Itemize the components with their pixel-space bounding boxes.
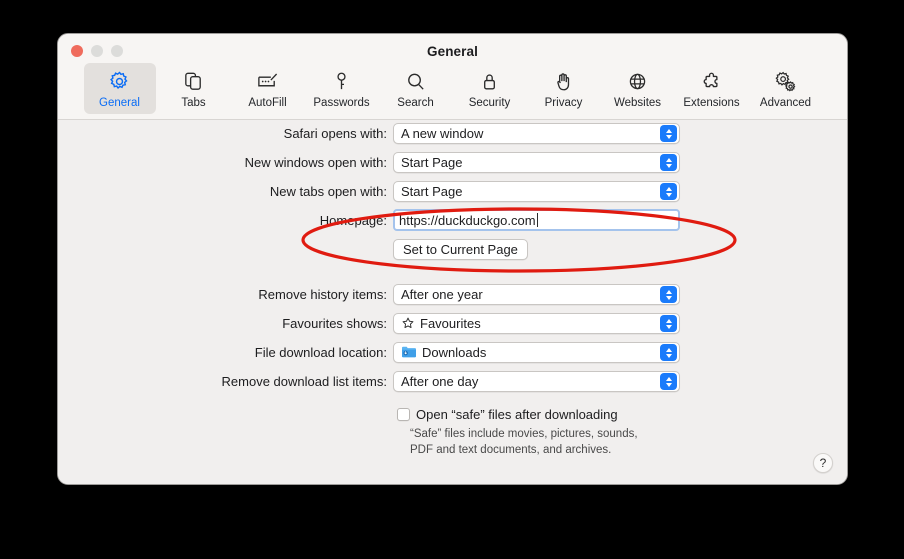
toolbar-item-label: Advanced xyxy=(759,97,812,109)
label-file-download-location: File download location: xyxy=(254,344,387,360)
toolbar-item-security[interactable]: Security xyxy=(454,63,526,114)
downloads-folder-icon xyxy=(402,346,416,358)
homepage-input[interactable]: https://duckduckgo.com xyxy=(393,209,680,231)
row-remove-history-items: Remove history items: After one year xyxy=(58,283,847,305)
toolbar-item-label: Extensions xyxy=(683,97,740,109)
toolbar-item-websites[interactable]: Websites xyxy=(602,63,674,114)
homepage-input-value: https://duckduckgo.com xyxy=(399,212,536,228)
text-caret xyxy=(536,213,538,227)
row-homepage: Homepage: https://duckduckgo.com xyxy=(58,209,847,231)
magnifier-icon xyxy=(404,68,427,94)
select-value: Start Page xyxy=(401,154,463,170)
window-title: General xyxy=(427,44,478,59)
key-icon xyxy=(330,68,353,94)
toolbar-item-label: Passwords xyxy=(313,97,370,109)
toolbar-item-privacy[interactable]: Privacy xyxy=(528,63,600,114)
toolbar-item-search[interactable]: Search xyxy=(380,63,452,114)
label-remove-history-items: Remove history items: xyxy=(258,286,387,302)
label-remove-download-list-items: Remove download list items: xyxy=(221,373,387,389)
toolbar-item-passwords[interactable]: Passwords xyxy=(306,63,378,114)
toolbar-item-label: General xyxy=(99,97,140,109)
chevron-updown-icon xyxy=(660,344,677,361)
puzzle-icon xyxy=(700,68,723,94)
toolbar-item-label: Security xyxy=(468,97,511,109)
hand-icon xyxy=(552,68,575,94)
open-safe-files-label: Open “safe” files after downloading xyxy=(416,407,618,422)
set-to-current-page-button[interactable]: Set to Current Page xyxy=(393,238,528,260)
select-new-tabs-open-with[interactable]: Start Page xyxy=(393,180,680,202)
row-file-download-location: File download location: Downloads xyxy=(58,341,847,363)
label-homepage: Homepage: xyxy=(319,212,387,228)
gear-icon xyxy=(108,68,131,94)
preferences-toolbar: General Tabs AutoFill Passwords Search S… xyxy=(58,63,847,114)
toolbar-item-label: Tabs xyxy=(181,97,206,109)
globe-icon xyxy=(626,68,649,94)
label-favourites-shows: Favourites shows: xyxy=(282,315,387,331)
star-icon xyxy=(402,317,414,329)
toolbar-item-label: Websites xyxy=(613,97,662,109)
safe-files-hint: “Safe” files include movies, pictures, s… xyxy=(410,428,638,456)
chevron-updown-icon xyxy=(660,183,677,200)
label-new-tabs-open-with: New tabs open with: xyxy=(269,183,387,199)
select-value: After one day xyxy=(401,373,479,389)
toolbar-item-extensions[interactable]: Extensions xyxy=(676,63,748,114)
select-value-group: Favourites xyxy=(401,316,481,331)
select-value-group: Downloads xyxy=(401,345,486,360)
autofill-icon xyxy=(255,68,280,94)
toolbar-item-advanced[interactable]: Advanced xyxy=(750,63,822,114)
select-new-windows-open-with[interactable]: Start Page xyxy=(393,151,680,173)
chevron-updown-icon xyxy=(660,373,677,390)
select-safari-opens-with[interactable]: A new window xyxy=(393,122,680,144)
row-set-to-current-page: Set to Current Page xyxy=(58,238,847,260)
chevron-updown-icon xyxy=(660,286,677,303)
titlebar: General General Tabs AutoFill Passwords … xyxy=(58,34,847,120)
gears-icon xyxy=(773,68,798,94)
chevron-updown-icon xyxy=(660,154,677,171)
toolbar-item-autofill[interactable]: AutoFill xyxy=(232,63,304,114)
select-file-download-location[interactable]: Downloads xyxy=(393,341,680,363)
open-safe-files-checkbox[interactable] xyxy=(397,408,410,421)
lock-icon xyxy=(478,68,501,94)
row-new-windows-open-with: New windows open with: Start Page xyxy=(58,151,847,173)
select-favourites-shows[interactable]: Favourites xyxy=(393,312,680,334)
label-new-windows-open-with: New windows open with: xyxy=(244,154,387,170)
row-favourites-shows: Favourites shows: Favourites xyxy=(58,312,847,334)
select-value: Downloads xyxy=(422,344,487,360)
preferences-window: General General Tabs AutoFill Passwords … xyxy=(57,33,848,485)
tabs-icon xyxy=(182,68,205,94)
label-safari-opens-with: Safari opens with: xyxy=(283,125,387,141)
toolbar-item-tabs[interactable]: Tabs xyxy=(158,63,230,114)
select-value: After one year xyxy=(401,286,483,302)
toolbar-item-label: Search xyxy=(397,97,434,109)
open-safe-files-checkbox-row[interactable]: Open “safe” files after downloading xyxy=(397,407,618,422)
row-remove-download-list-items: Remove download list items: After one da… xyxy=(58,370,847,392)
select-remove-history-items[interactable]: After one year xyxy=(393,283,680,305)
select-remove-download-list-items[interactable]: After one day xyxy=(393,370,680,392)
general-preferences-pane: Safari opens with: A new window New wind… xyxy=(58,120,847,484)
select-value: A new window xyxy=(401,125,484,141)
select-value: Favourites xyxy=(420,315,481,331)
chevron-updown-icon xyxy=(660,315,677,332)
toolbar-item-general[interactable]: General xyxy=(83,63,156,114)
toolbar-item-label: AutoFill xyxy=(248,97,287,109)
row-safari-opens-with: Safari opens with: A new window xyxy=(58,122,847,144)
select-value: Start Page xyxy=(401,183,463,199)
help-button[interactable]: ? xyxy=(813,453,833,473)
chevron-updown-icon xyxy=(660,125,677,142)
toolbar-item-label: Privacy xyxy=(544,97,583,109)
row-new-tabs-open-with: New tabs open with: Start Page xyxy=(58,180,847,202)
